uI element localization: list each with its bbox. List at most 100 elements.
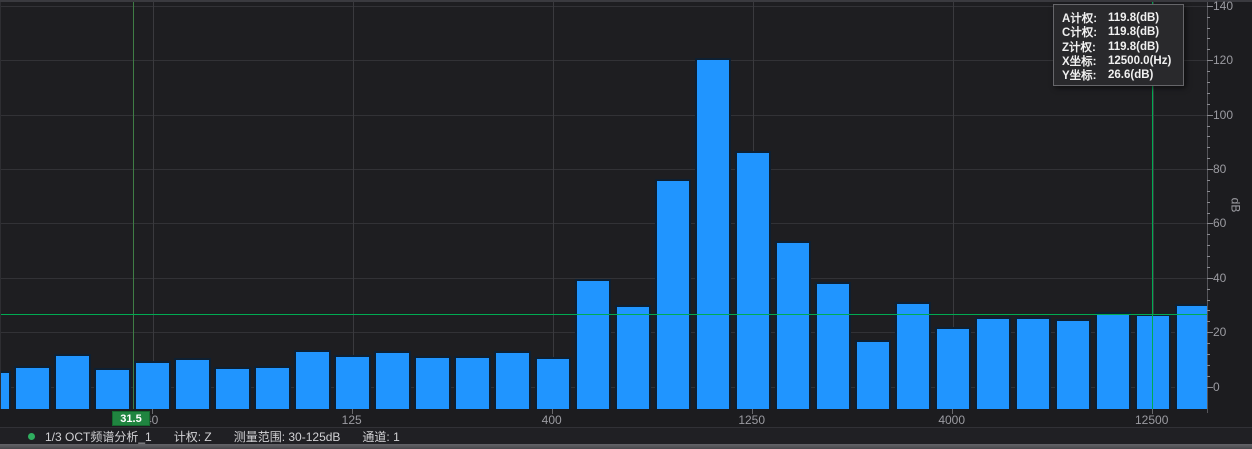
y-tick-label-20: 20 [1213, 325, 1247, 339]
bar-6300Hz[interactable] [1015, 317, 1052, 409]
x-tick-label-4000Hz: 4000 [938, 413, 965, 427]
y-minor-tick [1207, 49, 1210, 50]
bar-125Hz[interactable] [334, 355, 371, 409]
analyzer-window: 020406080100120140 dB 401254001250400012… [0, 0, 1252, 449]
y-minor-tick [1207, 28, 1210, 29]
tooltip-row-0: A计权:119.8(dB) [1062, 10, 1175, 24]
y-minor-tick [1207, 256, 1210, 257]
y-minor-tick [1207, 234, 1210, 235]
bar-1250Hz[interactable] [735, 151, 772, 409]
bar-63Hz[interactable] [214, 367, 251, 409]
tooltip-row-value: 12500.0(Hz) [1108, 55, 1175, 67]
bottom-scrollbar[interactable] [0, 444, 1252, 449]
crosshair-horizontal-line[interactable] [1, 314, 1207, 315]
bar-1000Hz[interactable] [695, 58, 732, 410]
bar-800Hz[interactable] [655, 179, 692, 409]
measurement-name[interactable]: 1/3 OCT频谱分析_1 [45, 428, 152, 445]
y-minor-tick [1207, 289, 1210, 290]
y-tick-label-60: 60 [1213, 216, 1247, 230]
y-minor-tick [1207, 321, 1210, 322]
y-axis-unit-label: dB [1228, 198, 1242, 213]
status-bar: 1/3 OCT频谱分析_1 计权: Z 测量范围: 30-125dB 通道: 1 [0, 427, 1252, 444]
y-minor-tick [1207, 376, 1210, 377]
bar-16000Hz[interactable] [1175, 304, 1208, 409]
bar-315Hz[interactable] [494, 351, 531, 409]
tooltip-row-1: C计权:119.8(dB) [1062, 24, 1175, 38]
bar-200Hz[interactable] [414, 356, 451, 409]
v-gridline-125Hz [353, 2, 354, 409]
y-minor-tick [1207, 147, 1210, 148]
tooltip-row-value: 26.6(dB) [1108, 69, 1175, 81]
h-gridline-100dB [1, 115, 1207, 116]
y-minor-tick [1207, 202, 1210, 203]
y-tick-label-0: 0 [1213, 380, 1247, 394]
y-minor-tick [1207, 38, 1210, 39]
channel-status-dot [28, 433, 35, 440]
h-gridline-120dB [1, 60, 1207, 61]
y-minor-tick [1207, 191, 1210, 192]
y-tick-label-140: 140 [1213, 0, 1247, 13]
bar-31.5Hz[interactable] [94, 368, 131, 409]
y-tick-label-80: 80 [1213, 162, 1247, 176]
bar-4000Hz[interactable] [935, 327, 972, 409]
bar-100Hz[interactable] [294, 350, 331, 409]
bar-8000Hz[interactable] [1055, 319, 1092, 409]
h-gridline-60dB [1, 223, 1207, 224]
tooltip-row-value: 119.8(dB) [1108, 41, 1175, 53]
bar-250Hz[interactable] [454, 356, 491, 409]
y-minor-tick [1207, 180, 1210, 181]
bar-25Hz[interactable] [54, 354, 91, 409]
bar-5000Hz[interactable] [975, 317, 1012, 409]
y-minor-tick [1207, 343, 1210, 344]
tooltip-row-value: 119.8(dB) [1108, 12, 1175, 24]
x-tick-label-1250Hz: 1250 [738, 413, 765, 427]
bar-40Hz[interactable] [134, 361, 171, 409]
range-label: 测量范围: 30-125dB [234, 428, 341, 445]
tooltip-row-2: Z计权:119.8(dB) [1062, 39, 1175, 53]
bar-500Hz[interactable] [575, 279, 612, 409]
y-minor-tick [1207, 93, 1210, 94]
tooltip-row-label: Y坐标: [1062, 67, 1108, 83]
y-minor-tick [1207, 82, 1210, 83]
x-tick-label-125Hz: 125 [342, 413, 362, 427]
tooltip-row-4: Y坐标:26.6(dB) [1062, 67, 1175, 81]
bar-3150Hz[interactable] [895, 302, 932, 409]
cursor-line-31_5hz[interactable] [133, 2, 134, 409]
bar-2500Hz[interactable] [855, 340, 892, 409]
bar-400Hz[interactable] [535, 357, 572, 409]
weighting-label: 计权: Z [174, 428, 212, 445]
bar-160Hz[interactable] [374, 351, 411, 409]
bar-2000Hz[interactable] [815, 282, 852, 409]
y-tick-label-100: 100 [1213, 108, 1247, 122]
tooltip-row-value: 119.8(dB) [1108, 26, 1175, 38]
channel-label: 通道: 1 [362, 428, 399, 445]
y-minor-tick [1207, 158, 1210, 159]
y-minor-tick [1207, 17, 1210, 18]
y-tick-label-40: 40 [1213, 271, 1247, 285]
tooltip-row-3: X坐标:12500.0(Hz) [1062, 53, 1175, 67]
y-minor-tick [1207, 354, 1210, 355]
y-minor-tick [1207, 267, 1210, 268]
h-gridline-140dB [1, 6, 1207, 7]
spectrum-plot-area[interactable] [0, 2, 1207, 409]
bar-20Hz[interactable] [14, 366, 51, 409]
bar-16Hz[interactable] [0, 371, 11, 409]
bar-1600Hz[interactable] [775, 241, 812, 409]
bar-630Hz[interactable] [615, 305, 652, 410]
cursor-frequency-badge[interactable]: 31.5 [112, 411, 150, 426]
x-tick-label-400Hz: 400 [542, 413, 562, 427]
y-minor-tick [1207, 71, 1210, 72]
v-gridline-40Hz [153, 2, 154, 409]
bar-10000Hz[interactable] [1095, 312, 1132, 409]
y-axis-line [1207, 2, 1208, 413]
y-minor-tick [1207, 136, 1210, 137]
y-minor-tick [1207, 104, 1210, 105]
y-minor-tick [1207, 126, 1210, 127]
y-minor-tick [1207, 310, 1210, 311]
bar-50Hz[interactable] [174, 358, 211, 409]
v-gridline-400Hz [553, 2, 554, 409]
y-minor-tick [1207, 213, 1210, 214]
y-minor-tick [1207, 300, 1210, 301]
bar-80Hz[interactable] [254, 366, 291, 409]
y-tick-label-120: 120 [1213, 53, 1247, 67]
